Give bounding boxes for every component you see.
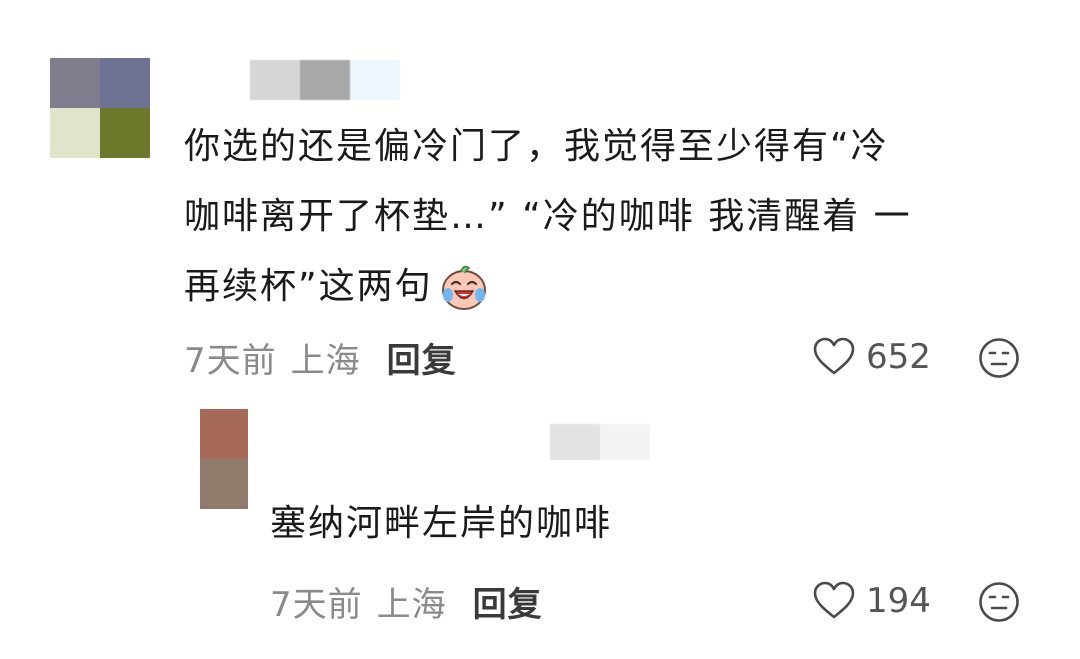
- comment-line: 再续杯”这两句: [184, 252, 1064, 322]
- comment-location: 上海: [376, 584, 447, 625]
- like-count: 652: [866, 337, 931, 377]
- comment-time: 7天前: [184, 340, 277, 381]
- avatar-tile: [50, 108, 100, 158]
- blur-block: [600, 424, 650, 460]
- avatar[interactable]: [200, 409, 248, 509]
- blur-block: [350, 60, 400, 100]
- comment-meta: 7天前 上海 回复: [270, 577, 543, 626]
- avatar-tile: [50, 58, 100, 108]
- reply-button[interactable]: 回复: [387, 333, 457, 382]
- comment-meta: 7天前 上海 回复: [184, 333, 457, 382]
- blur-block: [550, 424, 600, 460]
- avatar[interactable]: [50, 58, 150, 158]
- heart-outline-icon: [812, 581, 856, 621]
- username-blurred[interactable]: [550, 424, 650, 460]
- reply-comment-item: 塞纳河畔左岸的咖啡 7天前 上海 回复 194: [0, 400, 1080, 659]
- heart-outline-icon: [812, 337, 856, 377]
- blur-block: [300, 60, 350, 100]
- comment-text: 塞纳河畔左岸的咖啡: [270, 503, 613, 544]
- username-blurred[interactable]: [250, 60, 400, 100]
- avatar-tile: [200, 409, 248, 459]
- reply-button[interactable]: 回复: [473, 577, 543, 626]
- like-button[interactable]: 194: [812, 578, 931, 624]
- avatar-tile: [100, 58, 150, 108]
- like-count: 194: [866, 581, 931, 621]
- comment-text: 你选的还是偏冷门了，我觉得至少得有“冷 咖啡离开了杯垫…” “冷的咖啡 我清醒着…: [184, 112, 1064, 322]
- blur-block: [250, 60, 300, 100]
- comment-line: 你选的还是偏冷门了，我觉得至少得有“冷: [184, 126, 889, 167]
- meh-face-icon[interactable]: [978, 337, 1020, 379]
- avatar-tile: [100, 108, 150, 158]
- crying-laughing-face-icon: [439, 262, 489, 312]
- comment-time: 7天前: [270, 584, 363, 625]
- comment-location: 上海: [290, 340, 361, 381]
- comment-line: 咖啡离开了杯垫…” “冷的咖啡 我清醒着 一: [184, 196, 912, 237]
- like-button[interactable]: 652: [812, 334, 931, 380]
- comment-line-text: 再续杯”这两句: [184, 266, 433, 307]
- comment-item: 你选的还是偏冷门了，我觉得至少得有“冷 咖啡离开了杯垫…” “冷的咖啡 我清醒着…: [0, 0, 1080, 400]
- meh-face-icon[interactable]: [978, 581, 1020, 623]
- avatar-tile: [200, 459, 248, 509]
